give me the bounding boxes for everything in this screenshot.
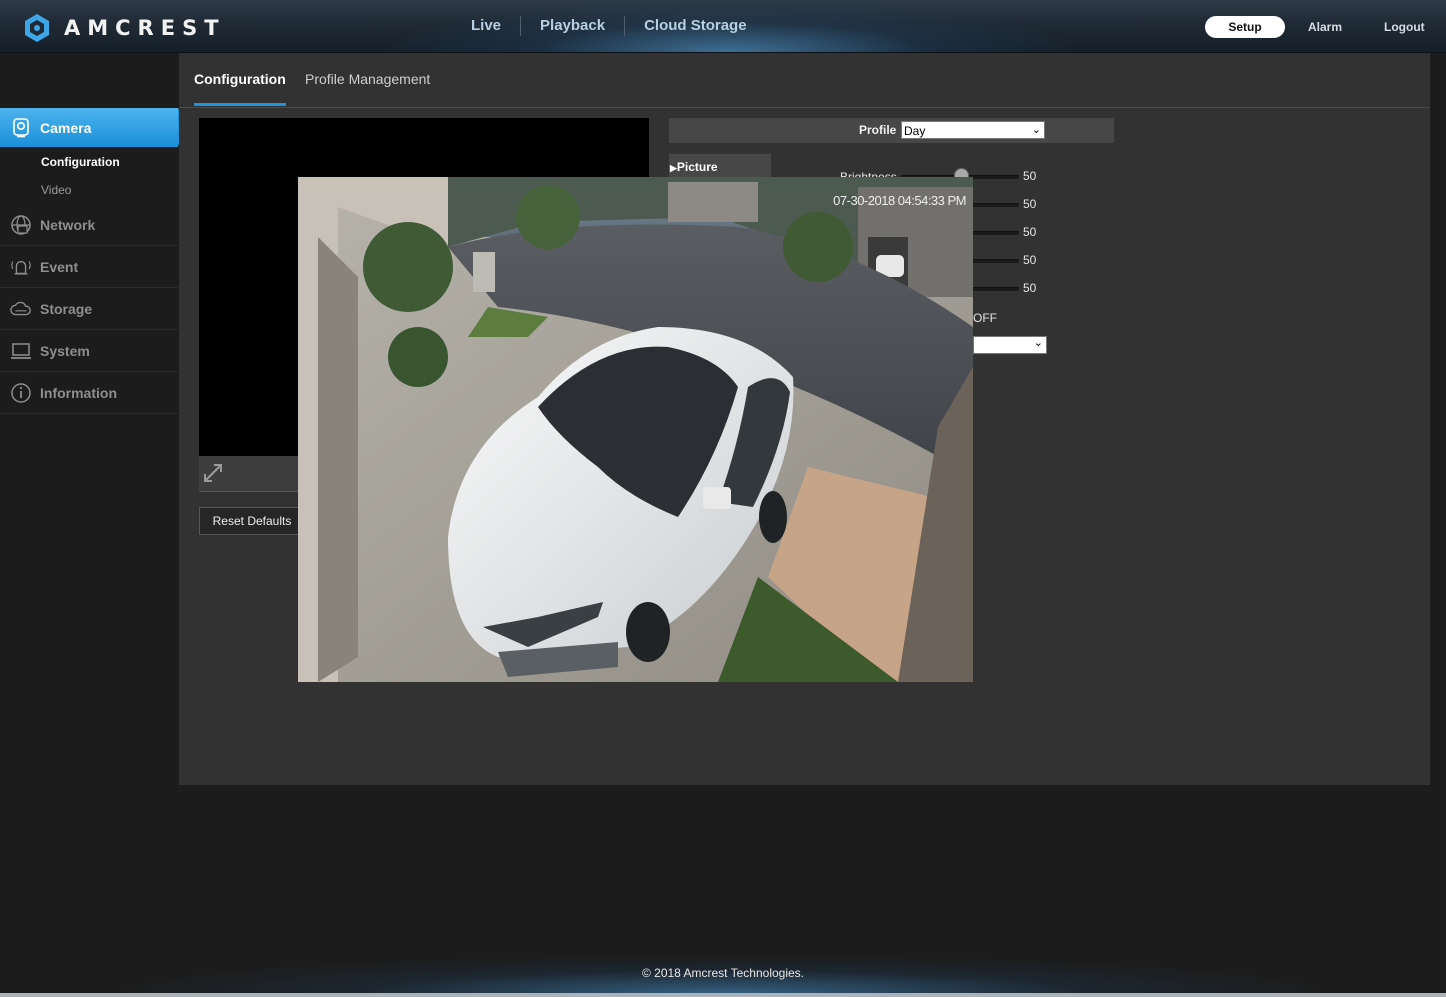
copyright-text: © 2018 Amcrest Technologies. — [641, 966, 805, 980]
tab-bar: Configuration Profile Management — [179, 53, 1430, 108]
logout-link[interactable]: Logout — [1384, 20, 1425, 34]
sidebar-item-network[interactable]: Network — [0, 204, 178, 246]
sidebar-item-label: Storage — [40, 300, 93, 317]
chevron-down-icon: ⌄ — [1031, 124, 1041, 136]
nav-playback[interactable]: Playback — [521, 16, 626, 36]
active-tab-indicator — [194, 103, 286, 106]
slider-value: 50 — [1023, 169, 1037, 183]
picture-tab-label: Picture — [676, 160, 718, 174]
reset-defaults-button[interactable]: Reset Defaults — [199, 507, 305, 535]
sidebar-item-information[interactable]: Information — [0, 372, 178, 414]
footer: © 2018 Amcrest Technologies. — [0, 948, 1446, 993]
chevron-down-icon: ⌄ — [1033, 337, 1043, 349]
event-icon — [10, 256, 32, 278]
sidebar-sub-video[interactable]: Video — [41, 183, 71, 197]
sidebar-item-camera[interactable]: Camera — [0, 108, 188, 147]
sidebar-item-label: Event — [40, 258, 79, 275]
profile-label: Profile — [859, 123, 897, 137]
nav-cloud-storage[interactable]: Cloud Storage — [625, 16, 766, 36]
sidebar-item-storage[interactable]: Storage — [0, 288, 178, 330]
tab-configuration[interactable]: Configuration — [194, 71, 286, 87]
sidebar-item-event[interactable]: Event — [0, 246, 178, 288]
setup-button[interactable]: Setup — [1205, 16, 1285, 38]
sidebar-item-label: Camera — [40, 119, 92, 136]
system-icon — [10, 340, 32, 362]
camera-icon — [10, 117, 32, 139]
fullscreen-icon[interactable] — [201, 461, 225, 490]
brand-name: AMCREST — [64, 16, 226, 40]
main-nav: Live Playback Cloud Storage — [452, 0, 766, 52]
off-text: OFF — [973, 311, 997, 325]
storage-icon — [10, 298, 32, 320]
mode-select[interactable]: ⌄ — [973, 336, 1047, 354]
network-icon — [10, 214, 32, 236]
amcrest-hex-icon — [25, 14, 49, 42]
profile-select[interactable]: Day ⌄ — [901, 121, 1045, 139]
sidebar-item-label: Information — [40, 384, 117, 401]
profile-bar: Profile Day ⌄ — [669, 118, 1114, 143]
nav-live[interactable]: Live — [452, 16, 522, 36]
alarm-link[interactable]: Alarm — [1308, 20, 1342, 34]
feed-timestamp: 07-30-2018 04:54:33 PM — [833, 193, 966, 208]
sidebar-item-label: Network — [40, 216, 96, 233]
sidebar: Camera Configuration Video Network Event — [0, 53, 188, 997]
tab-profile-management[interactable]: Profile Management — [305, 71, 430, 87]
profile-value: Day — [904, 124, 926, 138]
sidebar-sub-configuration[interactable]: Configuration — [41, 155, 120, 169]
slider-value: 50 — [1023, 197, 1037, 211]
amcrest-logo[interactable]: AMCREST — [24, 13, 226, 43]
os-taskbar-strip — [0, 993, 1446, 997]
top-bar: AMCREST Live Playback Cloud Storage Setu… — [0, 0, 1446, 53]
camera-feed-image: 07-30-2018 04:54:33 PM — [298, 177, 973, 682]
triangle-right-icon: ▶ — [670, 163, 677, 173]
sidebar-item-system[interactable]: System — [0, 330, 178, 372]
information-icon — [10, 382, 32, 404]
slider-value: 50 — [1023, 281, 1037, 295]
driveway-camera-image — [298, 177, 973, 682]
sidebar-item-label: System — [40, 342, 90, 359]
slider-value: 50 — [1023, 225, 1037, 239]
slider-value: 50 — [1023, 253, 1037, 267]
picture-tab[interactable]: ▶Picture — [669, 154, 771, 178]
